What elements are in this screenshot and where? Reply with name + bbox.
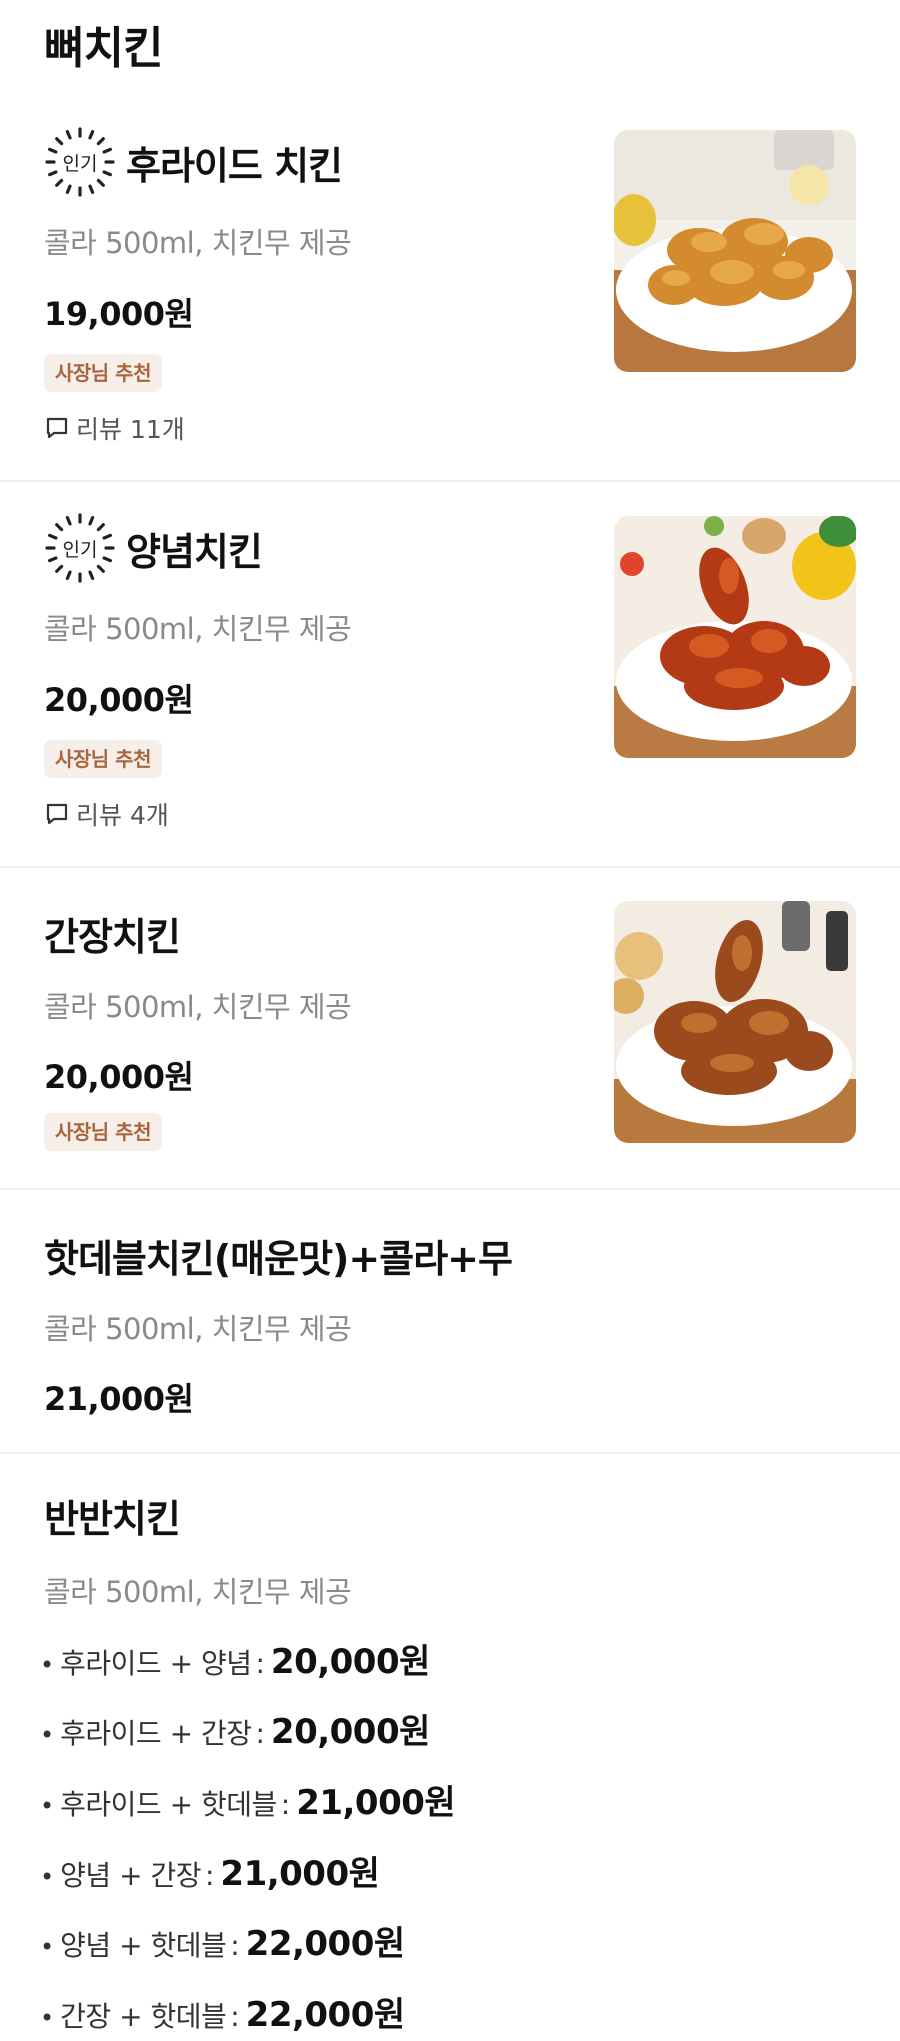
menu-item-hot-devil-chicken[interactable]: 핫데블치킨(매운맛)+콜라+무 콜라 500ml, 치킨무 제공 21,000원 (0, 1190, 900, 1454)
half-option-row: • 간장 + 핫데블 : 22,000원 (40, 1987, 405, 2036)
menu-item-price: 20,000원 (44, 1058, 194, 1096)
seasoned-chicken-photo[interactable] (614, 516, 856, 758)
half-option-row: • 양념 + 핫데블 : 22,000원 (40, 1916, 405, 1965)
fried-chicken-photo[interactable] (614, 130, 856, 372)
owner-recommend-badge: 사장님 추천 (44, 354, 162, 392)
speech-bubble-icon (46, 417, 68, 439)
menu-item-name: 반반치킨 (44, 1497, 181, 1541)
menu-item-fried-chicken[interactable]: 인기 후라이드 치킨 콜라 500ml, 치킨무 제공 19,000원 사장님 … (0, 96, 900, 482)
menu-item-price: 19,000원 (44, 295, 194, 333)
half-option-combo: 양념 + 핫데블 (60, 1929, 227, 1962)
half-option-price: 20,000원 (270, 1712, 430, 1752)
owner-recommend-badge: 사장님 추천 (44, 740, 162, 778)
section-title: 뼈치킨 (44, 23, 163, 74)
half-option-row: • 후라이드 + 양념 : 20,000원 (40, 1634, 430, 1683)
menu-item-soy-chicken[interactable]: 간장치킨 콜라 500ml, 치킨무 제공 20,000원 사장님 추천 (0, 868, 900, 1190)
half-option-price: 21,000원 (296, 1783, 456, 1823)
menu-item-price: 21,000원 (44, 1380, 194, 1418)
half-option-combo: 후라이드 + 양념 (60, 1647, 252, 1680)
menu-item-name: 양념치킨 (126, 529, 263, 574)
menu-item-description: 콜라 500ml, 치킨무 제공 (44, 226, 352, 260)
menu-item-description: 콜라 500ml, 치킨무 제공 (44, 990, 352, 1024)
half-option-combo: 후라이드 + 간장 (60, 1717, 252, 1750)
popular-badge-icon: 인기 (44, 126, 116, 198)
review-count-label: 리뷰 11개 (76, 415, 185, 444)
review-count[interactable]: 리뷰 11개 (46, 410, 185, 446)
review-count[interactable]: 리뷰 4개 (46, 796, 169, 832)
menu-item-description: 콜라 500ml, 치킨무 제공 (44, 612, 352, 646)
review-count-label: 리뷰 4개 (76, 801, 169, 830)
half-option-row: • 후라이드 + 핫데블 : 21,000원 (40, 1775, 456, 1824)
popular-badge-icon: 인기 (44, 512, 116, 584)
half-option-row: • 후라이드 + 간장 : 20,000원 (40, 1704, 430, 1753)
menu-item-description: 콜라 500ml, 치킨무 제공 (44, 1312, 352, 1346)
menu-item-name: 후라이드 치킨 (126, 143, 343, 188)
menu-item-name: 간장치킨 (44, 915, 181, 959)
half-option-price: 22,000원 (245, 1924, 405, 1964)
menu-item-price: 20,000원 (44, 681, 194, 719)
half-option-price: 20,000원 (270, 1642, 430, 1682)
half-option-row: • 양념 + 간장 : 21,000원 (40, 1846, 380, 1895)
speech-bubble-icon (46, 803, 68, 825)
half-option-price: 22,000원 (245, 1995, 405, 2035)
menu-item-description: 콜라 500ml, 치킨무 제공 (44, 1575, 352, 1609)
owner-recommend-badge: 사장님 추천 (44, 1113, 162, 1151)
half-option-combo: 간장 + 핫데블 (60, 2000, 227, 2033)
soy-chicken-photo[interactable] (614, 901, 856, 1143)
half-option-combo: 후라이드 + 핫데블 (60, 1788, 277, 1821)
menu-item-half-half-chicken[interactable]: 반반치킨 콜라 500ml, 치킨무 제공 • 후라이드 + 양념 : 20,0… (0, 1454, 900, 2041)
svg-text:인기: 인기 (63, 153, 98, 175)
half-option-price: 21,000원 (220, 1854, 380, 1894)
half-option-combo: 양념 + 간장 (60, 1859, 201, 1892)
menu-item-name: 핫데블치킨(매운맛)+콜라+무 (44, 1237, 513, 1281)
svg-text:인기: 인기 (63, 539, 98, 561)
menu-item-seasoned-chicken[interactable]: 인기 양념치킨 콜라 500ml, 치킨무 제공 20,000원 사장님 추천 … (0, 482, 900, 868)
